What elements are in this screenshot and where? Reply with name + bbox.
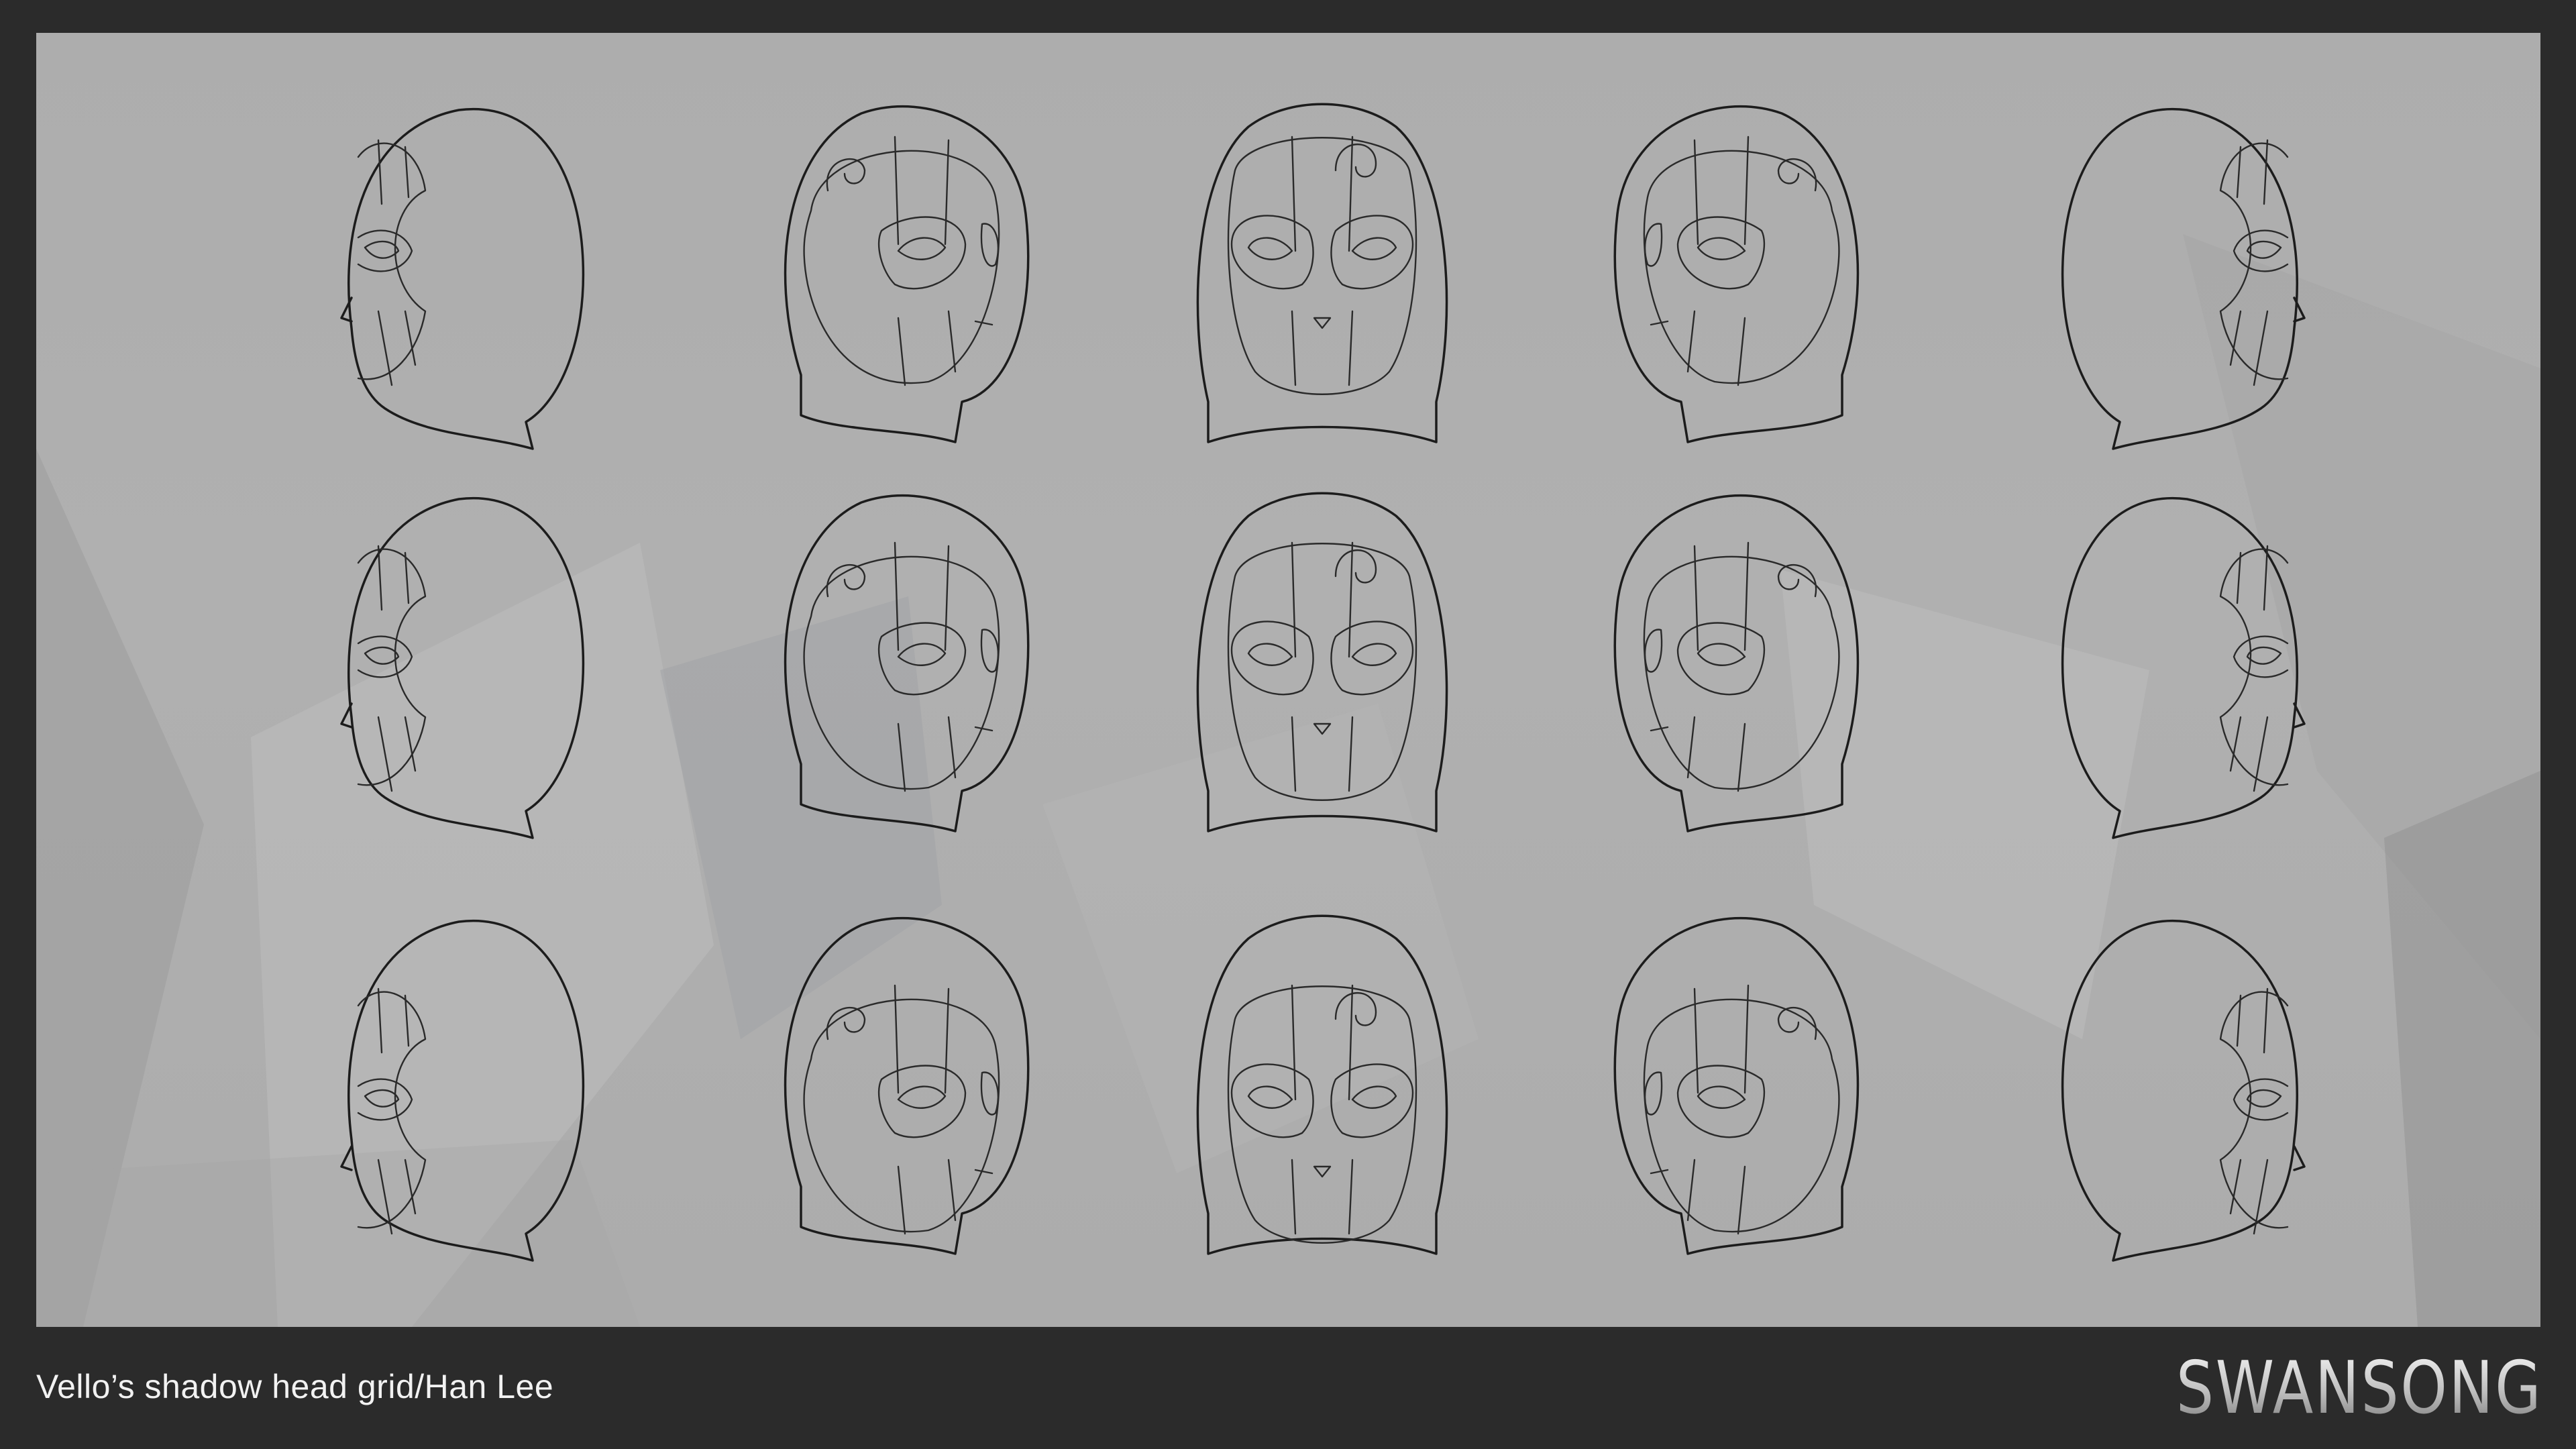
- head-sketch-side-left-level: [340, 496, 585, 839]
- swansong-logo: SWANSONG: [2176, 1346, 2542, 1430]
- head-sketch-three-quarter-right-down: [1613, 105, 1860, 443]
- head-sketch-three-quarter-right-level: [1613, 494, 1860, 833]
- caption-credit: Vello’s shadow head grid/Han Lee: [36, 1368, 554, 1405]
- head-sketch-side-left-down: [340, 107, 585, 450]
- head-sketch-three-quarter-left-up: [784, 916, 1030, 1255]
- head-sketch-front-level: [1196, 492, 1448, 833]
- head-sketch-three-quarter-left-down: [784, 105, 1030, 443]
- head-grid: [340, 103, 2306, 1262]
- head-sketch-front-up: [1196, 914, 1448, 1255]
- artboard-frame: Vello’s shadow head grid/Han Lee SWANSON…: [0, 0, 2576, 1449]
- head-sketch-side-left-up: [340, 919, 585, 1262]
- head-sketch-three-quarter-right-up: [1613, 916, 1860, 1255]
- head-sketch-side-right-level: [2061, 496, 2306, 839]
- head-sketch-side-right-down: [2061, 107, 2306, 450]
- sketch-panel: [36, 33, 2540, 1327]
- head-sketch-front-down: [1196, 103, 1448, 443]
- head-sketch-side-right-up: [2061, 919, 2306, 1262]
- head-sketch-three-quarter-left-level: [784, 494, 1030, 833]
